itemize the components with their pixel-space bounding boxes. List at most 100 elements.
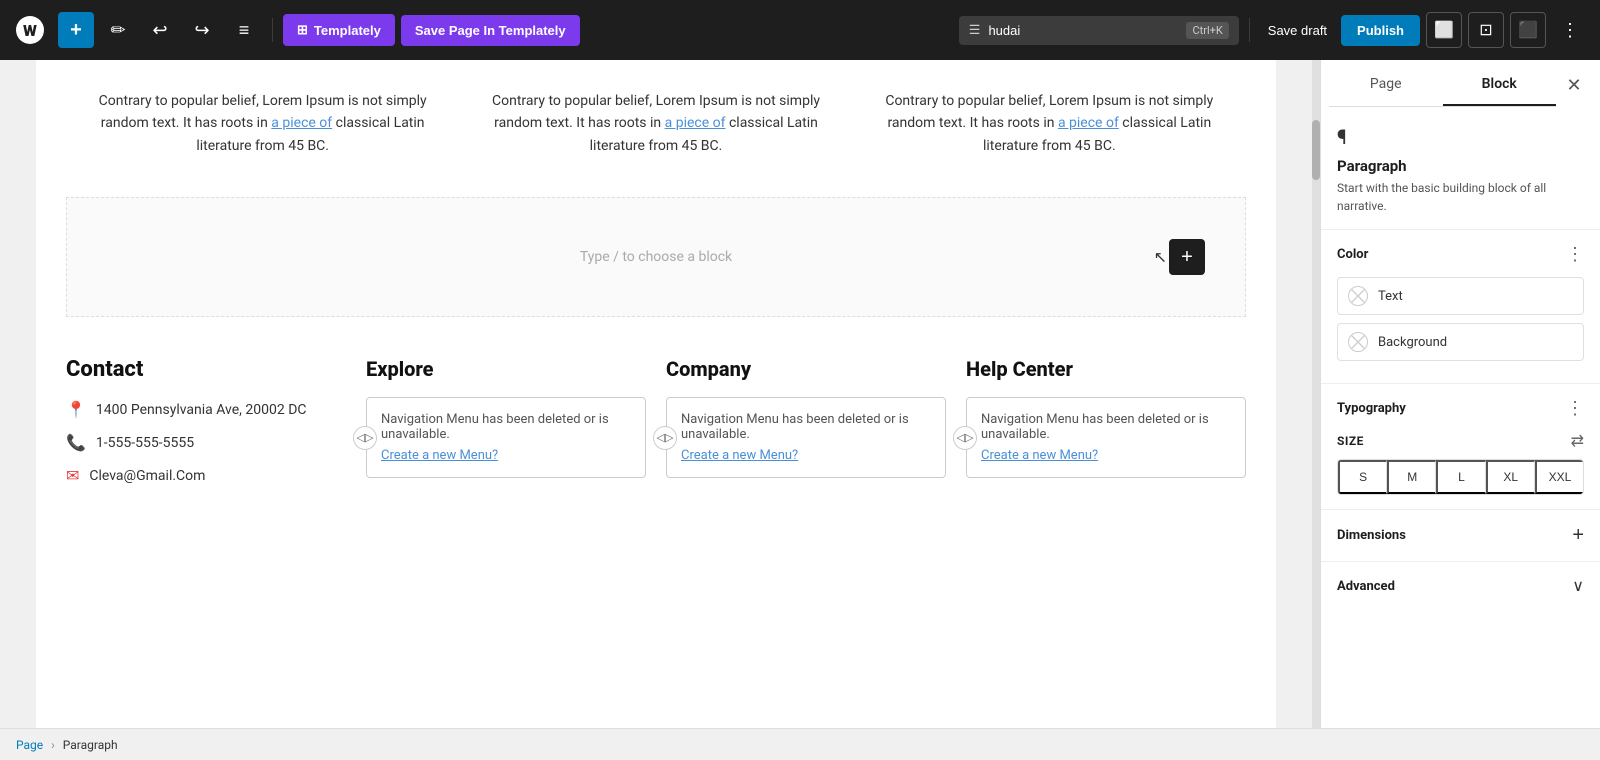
- size-options: S M L XL XXL: [1337, 459, 1584, 495]
- add-dimensions-button[interactable]: +: [1572, 524, 1584, 547]
- undo-button[interactable]: ↩: [142, 12, 178, 48]
- typography-menu-icon: ⋮: [1566, 398, 1584, 418]
- undo-icon: ↩: [152, 20, 167, 41]
- edit-button[interactable]: ✏: [100, 12, 136, 48]
- size-l-button[interactable]: L: [1436, 460, 1485, 494]
- text-link-1[interactable]: a piece of: [271, 115, 332, 131]
- empty-block-placeholder: Type / to choose a block: [580, 249, 732, 265]
- color-section: Color ⋮ Text: [1321, 230, 1600, 384]
- background-color-circle: [1348, 332, 1368, 352]
- size-xl-button[interactable]: XL: [1486, 460, 1535, 494]
- size-xxl-button[interactable]: XXL: [1535, 460, 1583, 494]
- typography-section-header: Typography ⋮: [1337, 398, 1584, 419]
- canvas-scrollbar[interactable]: [1312, 60, 1320, 728]
- templately-button[interactable]: ⊞ Templately: [283, 14, 395, 46]
- company-nav-handle[interactable]: ◁▷: [653, 426, 677, 450]
- size-header: SIZE ⇄: [1337, 431, 1584, 451]
- save-icon-button[interactable]: ⬛: [1510, 12, 1546, 48]
- tools-button[interactable]: ≡: [226, 12, 262, 48]
- help-center-create-menu-link[interactable]: Create a new Menu?: [981, 448, 1231, 463]
- email-icon: ✉: [66, 466, 79, 485]
- text-column-2[interactable]: Contrary to popular belief, Lorem Ipsum …: [459, 80, 852, 167]
- contact-title: Contact: [66, 357, 346, 382]
- color-menu-icon: ⋮: [1566, 244, 1584, 264]
- typography-section: Typography ⋮ SIZE ⇄ S M L XL XXL: [1321, 384, 1600, 510]
- contact-address: 1400 Pennsylvania Ave, 20002 DC: [96, 402, 307, 418]
- help-center-title: Help Center: [966, 357, 1246, 381]
- more-options-button[interactable]: ⋮: [1552, 12, 1588, 48]
- add-block-inline-button[interactable]: +: [1169, 239, 1205, 275]
- explore-title: Explore: [366, 357, 646, 381]
- explore-column: Explore ◁▷ Navigation Menu has been dele…: [366, 357, 646, 499]
- add-block-button[interactable]: +: [58, 12, 94, 48]
- save-templately-label: Save Page In Templately: [415, 23, 566, 38]
- text-columns: Contrary to popular belief, Lorem Ipsum …: [36, 60, 1276, 187]
- background-color-option[interactable]: Background: [1337, 323, 1584, 361]
- save-draft-button[interactable]: Save draft: [1260, 15, 1335, 46]
- typography-menu-button[interactable]: ⋮: [1566, 398, 1584, 419]
- contact-phone: 1-555-555-5555: [96, 435, 194, 451]
- advanced-title: Advanced: [1337, 579, 1395, 594]
- text-column-3[interactable]: Contrary to popular belief, Lorem Ipsum …: [853, 80, 1246, 167]
- tab-block[interactable]: Block: [1443, 64, 1557, 106]
- empty-block-area[interactable]: Type / to choose a block + ↖: [66, 197, 1246, 317]
- toolbar-separator-2: [1249, 18, 1250, 42]
- company-create-menu-link[interactable]: Create a new Menu?: [681, 448, 931, 463]
- templately-icon: ⊞: [297, 22, 308, 38]
- contact-phone-item: 📞 1-555-555-5555: [66, 433, 346, 452]
- location-icon: 📍: [66, 400, 86, 419]
- company-title: Company: [666, 357, 946, 381]
- dimensions-title: Dimensions: [1337, 528, 1406, 543]
- settings-icon: ⊡: [1479, 20, 1492, 40]
- sidebar-tabs: Page Block: [1329, 64, 1556, 107]
- explore-create-menu-link[interactable]: Create a new Menu?: [381, 448, 631, 463]
- tools-icon: ≡: [239, 20, 250, 41]
- settings-button[interactable]: ⊡: [1468, 12, 1504, 48]
- save-templately-button[interactable]: Save Page In Templately: [401, 15, 580, 46]
- search-input[interactable]: [988, 23, 1178, 38]
- reset-size-button[interactable]: ⇄: [1571, 431, 1584, 451]
- text-link-2[interactable]: a piece of: [665, 115, 726, 131]
- advanced-toggle-button[interactable]: ∨: [1572, 576, 1584, 596]
- dimensions-section: Dimensions +: [1321, 510, 1600, 562]
- text-link-3[interactable]: a piece of: [1058, 115, 1119, 131]
- breadcrumb-page-link[interactable]: Page: [16, 738, 43, 752]
- contact-email: Cleva@Gmail.Com: [89, 468, 205, 484]
- breadcrumb-separator: ›: [51, 738, 55, 752]
- contact-address-item: 📍 1400 Pennsylvania Ave, 20002 DC: [66, 400, 346, 419]
- save-draft-label: Save draft: [1268, 23, 1327, 38]
- redo-button[interactable]: ↪: [184, 12, 220, 48]
- size-s-button[interactable]: S: [1338, 460, 1387, 494]
- toolbar: W + ✏ ↩ ↪ ≡ ⊞ Templately Save Page In Te…: [0, 0, 1600, 60]
- block-description: Start with the basic building block of a…: [1337, 179, 1584, 215]
- publish-label: Publish: [1357, 23, 1404, 38]
- canvas[interactable]: Contrary to popular belief, Lorem Ipsum …: [0, 60, 1312, 728]
- company-menu-deleted-text: Navigation Menu has been deleted or is u…: [681, 412, 909, 442]
- help-center-nav-handle[interactable]: ◁▷: [953, 426, 977, 450]
- add-dimensions-icon: +: [1572, 524, 1584, 546]
- save-icon: ⬛: [1518, 20, 1538, 40]
- text-column-1[interactable]: Contrary to popular belief, Lorem Ipsum …: [66, 80, 459, 167]
- size-m-button[interactable]: M: [1387, 460, 1436, 494]
- text-color-circle: [1348, 286, 1368, 306]
- wp-logo-icon: W: [16, 16, 44, 44]
- phone-icon: 📞: [66, 433, 86, 452]
- search-bar: ☰ Ctrl+K: [959, 16, 1239, 45]
- close-icon: ✕: [1566, 75, 1581, 96]
- search-icon: ☰: [969, 23, 981, 38]
- background-color-label: Background: [1378, 335, 1447, 350]
- help-center-column: Help Center ◁▷ Navigation Menu has been …: [966, 357, 1246, 499]
- tab-page[interactable]: Page: [1329, 64, 1443, 106]
- cursor-indicator: ↖: [1154, 248, 1167, 267]
- explore-nav-handle[interactable]: ◁▷: [353, 426, 377, 450]
- canvas-scrollbar-thumb: [1312, 120, 1320, 180]
- bottom-bar: Page › Paragraph: [0, 728, 1600, 760]
- preview-button[interactable]: ⬜: [1426, 12, 1462, 48]
- block-info: ¶ Paragraph Start with the basic buildin…: [1321, 111, 1600, 230]
- color-section-title: Color: [1337, 247, 1368, 262]
- publish-button[interactable]: Publish: [1341, 15, 1420, 46]
- text-color-option[interactable]: Text: [1337, 277, 1584, 315]
- close-sidebar-button[interactable]: ✕: [1556, 68, 1592, 104]
- wp-logo[interactable]: W: [12, 12, 48, 48]
- color-menu-button[interactable]: ⋮: [1566, 244, 1584, 265]
